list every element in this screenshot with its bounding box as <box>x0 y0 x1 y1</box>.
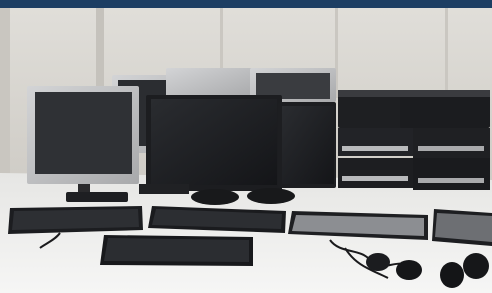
monitor-center <box>139 95 282 205</box>
keyboard-front <box>100 235 253 266</box>
keyboard-right <box>432 209 492 246</box>
keyboard-far-left <box>8 206 143 234</box>
desktop-towers <box>338 90 490 190</box>
back-monitor-middle <box>166 68 252 98</box>
header-bar <box>0 0 492 8</box>
photo-frame <box>0 0 492 293</box>
computer-equipment-photo <box>0 8 492 293</box>
